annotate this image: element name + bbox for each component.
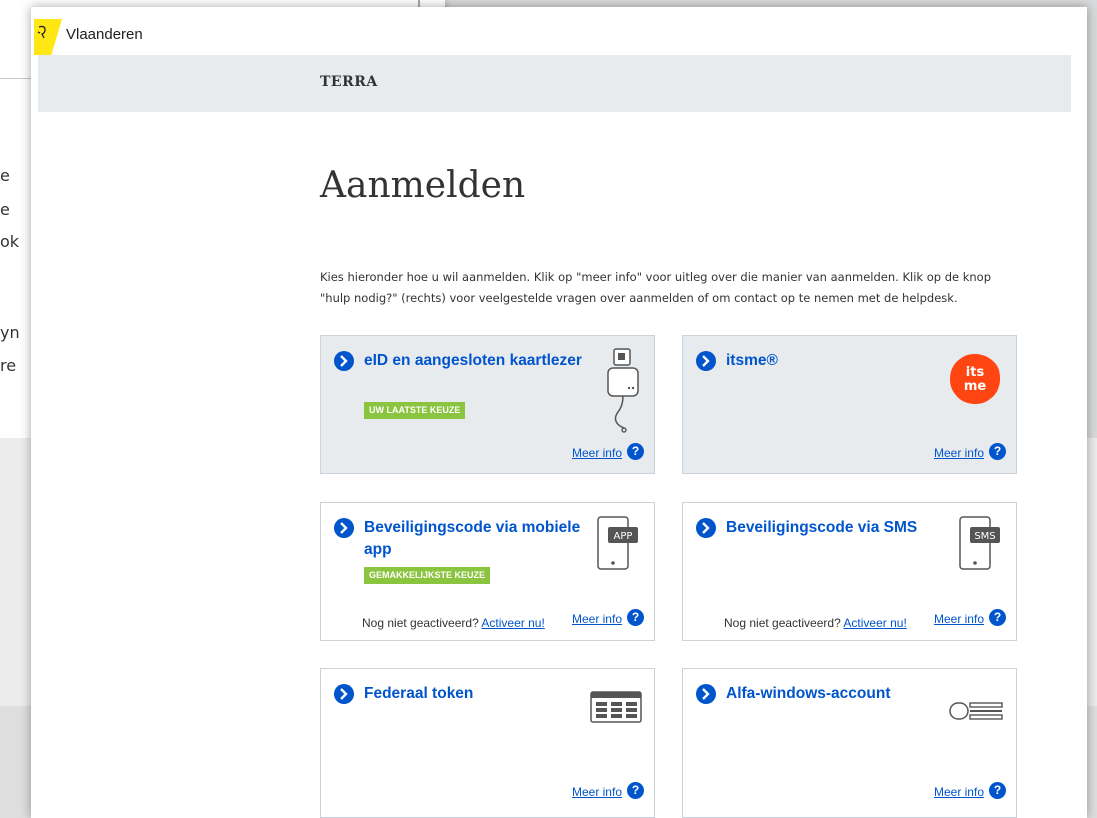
more-info-link[interactable]: Meer info: [934, 785, 984, 799]
app-header: TERRA: [38, 55, 1071, 112]
chevron-right-icon: [696, 351, 716, 371]
more-info-link[interactable]: Meer info: [934, 612, 984, 626]
vlaanderen-logo-icon[interactable]: [34, 19, 62, 55]
option-card-sms[interactable]: Beveiligingscode via SMS SMS Nog niet ge…: [682, 502, 1017, 641]
more-info-link[interactable]: Meer info: [572, 446, 622, 460]
option-title[interactable]: Alfa-windows-account: [726, 683, 966, 705]
option-title[interactable]: Federaal token: [364, 683, 584, 705]
option-title[interactable]: Beveiligingscode via SMS: [726, 517, 966, 539]
phone-app-icon: APP: [596, 515, 642, 578]
background-text-fragment: re: [0, 356, 17, 375]
login-window: Vlaanderen TERRA Aanmelden Kies hieronde…: [31, 7, 1087, 818]
svg-text:APP: APP: [614, 531, 633, 542]
activate-now-link[interactable]: Activeer nu!: [481, 616, 544, 630]
option-card-eid[interactable]: eID en aangesloten kaartlezer UW LAATSTE…: [320, 335, 655, 474]
question-icon[interactable]: ?: [989, 443, 1006, 460]
option-card-mobile-app[interactable]: Beveiligingscode via mobiele app GEMAKKE…: [320, 502, 655, 641]
option-title[interactable]: itsme®: [726, 350, 946, 372]
chevron-right-icon: [696, 684, 716, 704]
question-icon[interactable]: ?: [627, 782, 644, 799]
chevron-right-icon: [334, 351, 354, 371]
brand-name[interactable]: Vlaanderen: [66, 26, 143, 43]
option-title[interactable]: eID en aangesloten kaartlezer: [364, 350, 584, 372]
question-icon[interactable]: ?: [989, 782, 1006, 799]
token-grid-icon: [590, 691, 642, 728]
question-icon[interactable]: ?: [627, 609, 644, 626]
background-text-fragment: e: [0, 166, 10, 185]
option-card-federal-token[interactable]: Federaal token Meer info ?: [320, 668, 655, 818]
easiest-choice-badge: GEMAKKELIJKSTE KEUZE: [364, 567, 491, 584]
question-icon[interactable]: ?: [989, 609, 1006, 626]
card-reader-icon: [606, 348, 642, 445]
more-info-link[interactable]: Meer info: [572, 612, 622, 626]
chevron-right-icon: [696, 518, 716, 538]
account-icon: [948, 699, 1004, 728]
question-icon[interactable]: ?: [627, 443, 644, 460]
activation-note: Nog niet geactiveerd? Activeer nu!: [362, 616, 545, 630]
itsme-logo: its me: [948, 352, 1002, 411]
background-text-fragment: e: [0, 200, 10, 219]
activation-note: Nog niet geactiveerd? Activeer nu!: [724, 616, 907, 630]
background-text-fragment: yn: [0, 323, 20, 342]
chevron-right-icon: [334, 684, 354, 704]
activate-now-link[interactable]: Activeer nu!: [843, 616, 906, 630]
page-title: Aanmelden: [320, 165, 526, 206]
option-card-itsme[interactable]: itsme® its me Meer info ?: [682, 335, 1017, 474]
chevron-right-icon: [334, 518, 354, 538]
last-choice-badge: UW LAATSTE KEUZE: [364, 402, 466, 419]
option-card-windows-account[interactable]: Alfa-windows-account Meer info ?: [682, 668, 1017, 818]
top-bar: Vlaanderen: [31, 7, 1087, 55]
background-text-fragment: ok: [0, 232, 20, 251]
more-info-link[interactable]: Meer info: [934, 446, 984, 460]
option-title[interactable]: Beveiligingscode via mobiele app: [364, 517, 584, 561]
app-title: TERRA: [320, 74, 378, 90]
svg-text:SMS: SMS: [974, 531, 995, 542]
svg-text:itsme: its me: [964, 365, 987, 394]
intro-text: Kies hieronder hoe u wil aanmelden. Klik…: [320, 270, 992, 305]
more-info-link[interactable]: Meer info: [572, 785, 622, 799]
phone-sms-icon: SMS: [958, 515, 1004, 578]
